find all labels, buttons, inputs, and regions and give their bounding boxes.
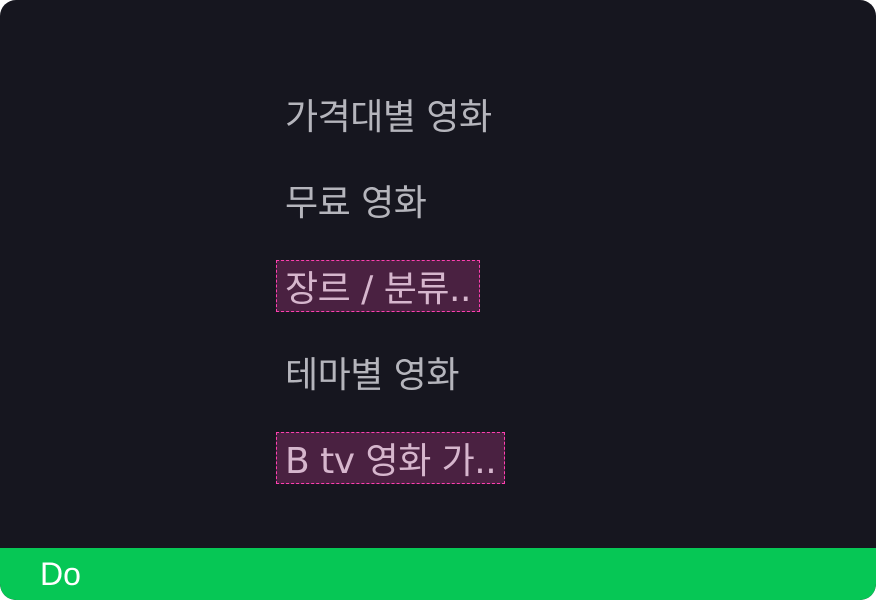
menu-item-price-movies[interactable]: 가격대별 영화 xyxy=(276,88,501,140)
movie-category-menu: 가격대별 영화 무료 영화 장르 / 분류.. 테마별 영화 B tv 영화 가… xyxy=(276,88,506,484)
menu-item-free-movies[interactable]: 무료 영화 xyxy=(276,174,435,226)
menu-item-btv-movies[interactable]: B tv 영화 가.. xyxy=(276,432,506,484)
screen-frame: 가격대별 영화 무료 영화 장르 / 분류.. 테마별 영화 B tv 영화 가… xyxy=(0,0,876,600)
menu-item-genre[interactable]: 장르 / 분류.. xyxy=(276,260,480,312)
menu-item-theme-movies[interactable]: 테마별 영화 xyxy=(276,346,468,398)
do-guideline-bar: Do xyxy=(0,548,876,600)
do-label: Do xyxy=(40,555,81,592)
